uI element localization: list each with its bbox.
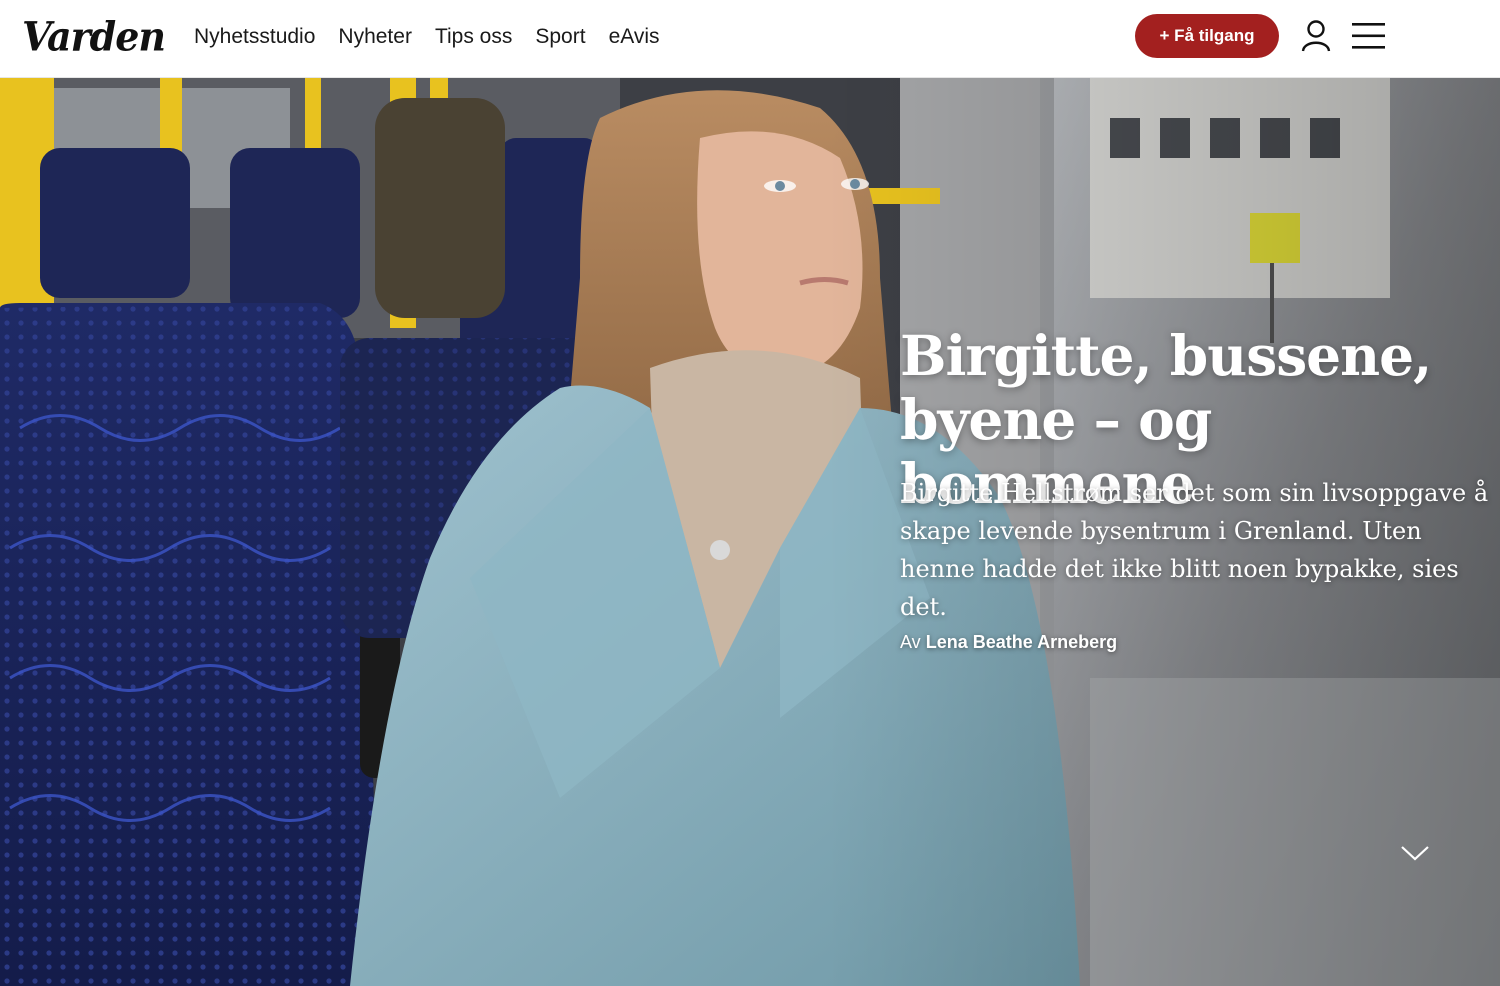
chevron-down-icon (1401, 846, 1429, 861)
site-logo[interactable]: Varden (22, 12, 166, 62)
author-name[interactable]: Lena Beathe Arneberg (926, 632, 1117, 652)
scroll-down-button[interactable] (1400, 844, 1430, 862)
hamburger-menu-icon (1352, 23, 1385, 49)
nav-item-nyhetsstudio[interactable]: Nyhetsstudio (194, 0, 315, 74)
article-lead: Birgitte Hellstrøm ser det som sin livso… (900, 479, 1489, 621)
nav-item-sport[interactable]: Sport (535, 0, 585, 74)
nav-item-eavis[interactable]: eAvis (609, 0, 660, 74)
user-account-button[interactable] (1298, 18, 1334, 54)
nav-item-tips-oss[interactable]: Tips oss (435, 0, 512, 74)
get-access-button[interactable]: + Få tilgang (1135, 14, 1279, 58)
site-header: Varden Nyhetsstudio Nyheter Tips oss Spo… (0, 0, 1500, 78)
nav-item-nyheter[interactable]: Nyheter (338, 0, 412, 74)
byline-prefix: Av (900, 632, 921, 652)
article-hero: Birgitte, bussene, byene – og bommene Bi… (0, 78, 1500, 986)
main-nav: Nyhetsstudio Nyheter Tips oss Sport eAvi… (194, 0, 683, 74)
user-icon (1301, 20, 1331, 52)
article-byline: Av Lena Beathe Arneberg (900, 632, 1117, 653)
menu-button[interactable] (1350, 18, 1388, 54)
